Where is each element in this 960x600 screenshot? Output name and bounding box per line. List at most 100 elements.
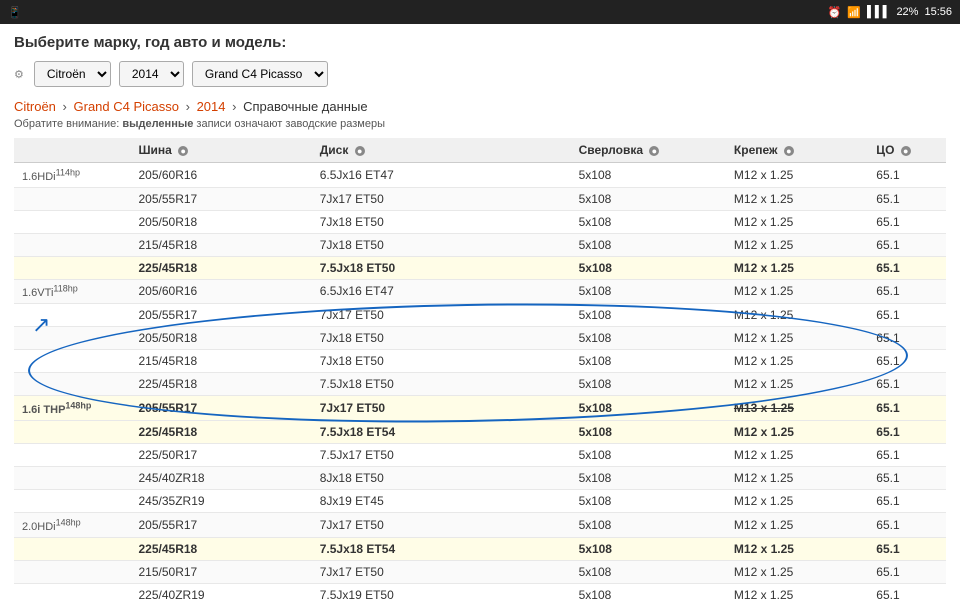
cell-tire: 205/55R17 bbox=[131, 512, 312, 537]
cell-co: 65.1 bbox=[868, 304, 946, 327]
cell-engine: 1.6HDi114hp bbox=[14, 163, 131, 188]
table-row: 225/45R187.5Jx18 ET545x108M12 x 1.2565.1 bbox=[14, 537, 946, 560]
col-header-co: ЦО ● bbox=[868, 138, 946, 163]
cell-drill: 5x108 bbox=[571, 187, 726, 210]
notice-prefix: Обратите внимание: bbox=[14, 118, 122, 130]
cell-drill: 5x108 bbox=[571, 420, 726, 443]
cell-co: 65.1 bbox=[868, 489, 946, 512]
cell-engine bbox=[14, 537, 131, 560]
cell-fix: M12 x 1.25 bbox=[726, 327, 868, 350]
cell-tire: 215/45R18 bbox=[131, 233, 312, 256]
cell-tire: 205/55R17 bbox=[131, 187, 312, 210]
table-row: 215/50R177Jx17 ET505x108M12 x 1.2565.1 bbox=[14, 560, 946, 583]
breadcrumb-model[interactable]: Grand C4 Picasso bbox=[74, 99, 180, 114]
sort-tire-icon[interactable]: ● bbox=[178, 146, 188, 156]
table-row: 1.6i THP148hp205/55R177Jx17 ET505x108M13… bbox=[14, 396, 946, 421]
cell-engine bbox=[14, 210, 131, 233]
cell-disk: 7Jx17 ET50 bbox=[312, 560, 571, 583]
alarm-icon: ⏰ bbox=[828, 6, 842, 19]
cell-disk: 7Jx17 ET50 bbox=[312, 512, 571, 537]
col-header-disk: Диск ● bbox=[312, 138, 571, 163]
cell-engine: 2.0HDi148hp bbox=[14, 512, 131, 537]
cell-tire: 225/40ZR19 bbox=[131, 583, 312, 600]
clock: 15:56 bbox=[924, 6, 952, 18]
sort-fix-icon[interactable]: ● bbox=[784, 146, 794, 156]
cell-co: 65.1 bbox=[868, 396, 946, 421]
table-row: 205/55R177Jx17 ET505x108M12 x 1.2565.1 bbox=[14, 187, 946, 210]
col-header-fix: Крепеж ● bbox=[726, 138, 868, 163]
cell-engine: 1.6i THP148hp bbox=[14, 396, 131, 421]
cell-drill: 5x108 bbox=[571, 373, 726, 396]
cell-tire: 225/45R18 bbox=[131, 420, 312, 443]
breadcrumb-current: Справочные данные bbox=[243, 99, 367, 114]
cell-disk: 8Jx19 ET45 bbox=[312, 489, 571, 512]
cell-drill: 5x108 bbox=[571, 233, 726, 256]
battery: 22% bbox=[896, 6, 918, 18]
cell-co: 65.1 bbox=[868, 560, 946, 583]
cell-fix: M12 x 1.25 bbox=[726, 420, 868, 443]
table-row: 225/50R177.5Jx17 ET505x108M12 x 1.2565.1 bbox=[14, 443, 946, 466]
table-row: 215/45R187Jx18 ET505x108M12 x 1.2565.1 bbox=[14, 350, 946, 373]
cell-co: 65.1 bbox=[868, 420, 946, 443]
cell-disk: 7Jx17 ET50 bbox=[312, 396, 571, 421]
cell-drill: 5x108 bbox=[571, 163, 726, 188]
sort-co-icon[interactable]: ● bbox=[901, 146, 911, 156]
table-row: 245/35ZR198Jx19 ET455x108M12 x 1.2565.1 bbox=[14, 489, 946, 512]
cell-co: 65.1 bbox=[868, 233, 946, 256]
brand-select[interactable]: Citroën bbox=[34, 61, 111, 87]
table-row: 205/50R187Jx18 ET505x108M12 x 1.2565.1 bbox=[14, 327, 946, 350]
cell-engine bbox=[14, 373, 131, 396]
cell-drill: 5x108 bbox=[571, 304, 726, 327]
cell-engine bbox=[14, 304, 131, 327]
cell-fix: M12 x 1.25 bbox=[726, 512, 868, 537]
cell-engine bbox=[14, 443, 131, 466]
breadcrumb-brand[interactable]: Citroën bbox=[14, 99, 56, 114]
cell-tire: 205/50R18 bbox=[131, 327, 312, 350]
model-select[interactable]: Grand C4 Picasso bbox=[192, 61, 328, 87]
cell-drill: 5x108 bbox=[571, 279, 726, 304]
breadcrumb: Citroën › Grand C4 Picasso › 2014 › Спра… bbox=[14, 99, 946, 114]
cell-tire: 225/45R18 bbox=[131, 256, 312, 279]
sort-disk-icon[interactable]: ● bbox=[355, 146, 365, 156]
main-content: Выберите марку, год авто и модель: ⚙ Cit… bbox=[0, 24, 960, 600]
cell-tire: 205/55R17 bbox=[131, 396, 312, 421]
table-row: 205/50R187Jx18 ET505x108M12 x 1.2565.1 bbox=[14, 210, 946, 233]
cell-fix: M12 x 1.25 bbox=[726, 373, 868, 396]
cell-disk: 7Jx18 ET50 bbox=[312, 350, 571, 373]
cell-disk: 7.5Jx18 ET50 bbox=[312, 373, 571, 396]
notice-bold: выделенные bbox=[122, 118, 193, 130]
year-select[interactable]: 2014 bbox=[119, 61, 184, 87]
data-table: Шина ● Диск ● Сверловка ● Крепеж ● ЦО ● … bbox=[14, 138, 946, 600]
cell-disk: 7.5Jx18 ET54 bbox=[312, 537, 571, 560]
cell-fix: M12 x 1.25 bbox=[726, 210, 868, 233]
table-row: 225/40ZR197.5Jx19 ET505x108M12 x 1.2565.… bbox=[14, 583, 946, 600]
cell-tire: 225/50R17 bbox=[131, 443, 312, 466]
notice-suffix: записи означают заводские размеры bbox=[196, 118, 385, 130]
cell-drill: 5x108 bbox=[571, 256, 726, 279]
status-left: 📱 bbox=[8, 6, 22, 19]
sort-drill-icon[interactable]: ● bbox=[649, 146, 659, 156]
cell-tire: 205/50R18 bbox=[131, 210, 312, 233]
cell-co: 65.1 bbox=[868, 583, 946, 600]
col-header-tire: Шина ● bbox=[131, 138, 312, 163]
cell-disk: 7Jx17 ET50 bbox=[312, 304, 571, 327]
cell-disk: 7.5Jx18 ET54 bbox=[312, 420, 571, 443]
cell-fix: M12 x 1.25 bbox=[726, 233, 868, 256]
cell-co: 65.1 bbox=[868, 443, 946, 466]
table-header-row: Шина ● Диск ● Сверловка ● Крепеж ● ЦО ● bbox=[14, 138, 946, 163]
breadcrumb-year[interactable]: 2014 bbox=[197, 99, 226, 114]
cell-fix: M12 x 1.25 bbox=[726, 466, 868, 489]
cell-fix: M12 x 1.25 bbox=[726, 256, 868, 279]
status-bar: 📱 ⏰ 📶 ▌▌▌ 22% 15:56 bbox=[0, 0, 960, 24]
cell-co: 65.1 bbox=[868, 537, 946, 560]
cell-engine bbox=[14, 327, 131, 350]
cell-co: 65.1 bbox=[868, 512, 946, 537]
page-title: Выберите марку, год авто и модель: bbox=[14, 34, 946, 51]
cell-co: 65.1 bbox=[868, 256, 946, 279]
table-row: 1.6VTi118hp205/60R166.5Jx16 ET475x108M12… bbox=[14, 279, 946, 304]
cell-fix: M13 x 1.25 bbox=[726, 396, 868, 421]
col-header-engine bbox=[14, 138, 131, 163]
cell-engine bbox=[14, 233, 131, 256]
cell-fix: M12 x 1.25 bbox=[726, 304, 868, 327]
cell-engine bbox=[14, 489, 131, 512]
